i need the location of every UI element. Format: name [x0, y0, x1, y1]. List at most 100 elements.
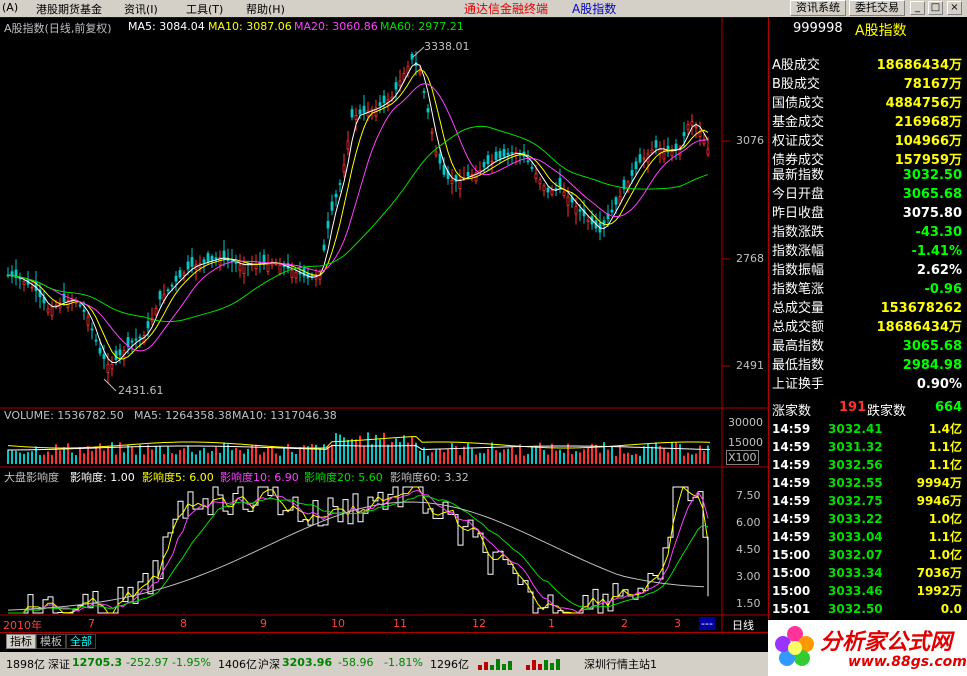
hs-label: 沪深	[258, 658, 280, 671]
fall-label: 跌家数	[867, 404, 907, 419]
candle-body	[110, 364, 114, 370]
candle-body	[550, 189, 554, 195]
tick-volume: 7036万	[916, 566, 962, 580]
candle-body	[78, 304, 82, 307]
candle-body	[154, 308, 158, 315]
vol-tick-15000: 15000	[728, 436, 763, 449]
ind-tick-6.00: 6.00	[736, 516, 761, 529]
tab-template[interactable]: 模板	[36, 634, 66, 649]
tick-volume: 1.0亿	[928, 512, 962, 526]
tick-row: 15:01 3032.50 0.0	[772, 600, 964, 618]
quote-row: 指数涨幅 -1.41%	[772, 242, 964, 261]
candle-body	[382, 95, 386, 104]
tick-row: 14:59 3032.55 9994万	[772, 474, 964, 492]
close-icon[interactable]: ×	[947, 1, 962, 15]
ind-tick-1.50: 1.50	[736, 597, 761, 610]
month-label-2010: 2010年	[3, 619, 42, 632]
candle-body	[610, 209, 614, 213]
candle-body	[566, 196, 570, 206]
volume-label: VOLUME: 1536782.50	[4, 409, 124, 422]
candle-body	[430, 131, 434, 134]
candle-body	[146, 321, 150, 329]
candle-body	[182, 272, 186, 276]
tick-volume: 1.1亿	[928, 530, 962, 544]
ma20-line	[7, 83, 709, 352]
candle-body	[358, 109, 362, 115]
quote-value: 153678262	[880, 301, 962, 316]
kline-chart[interactable]	[0, 17, 768, 632]
tick-row: 14:59 3032.41 1.4亿	[772, 420, 964, 438]
low-marker-arrow	[103, 378, 117, 392]
low-marker-label: 2431.61	[118, 384, 164, 397]
ind-tick-3.00: 3.00	[736, 570, 761, 583]
tick-volume: 1.0亿	[928, 548, 962, 562]
candle-body	[490, 160, 494, 163]
quote-label: 指数振幅	[772, 263, 825, 278]
ind-tick-7.50: 7.50	[736, 489, 761, 502]
ma20-label: MA20: 3060.86	[294, 20, 378, 33]
menu-item-help[interactable]: 帮助(H)	[246, 1, 285, 17]
candle-body	[338, 183, 342, 185]
menu-item-hk-futures[interactable]: 港股期货基金	[36, 1, 102, 17]
candle-body	[506, 152, 510, 156]
candle-body	[354, 115, 358, 120]
maximize-icon[interactable]: □	[928, 1, 943, 15]
turnover-row: 权证成交 104966万	[772, 132, 964, 151]
period-label[interactable]: 日线	[732, 617, 754, 633]
candle-body	[630, 170, 634, 176]
quote-label: 最高指数	[772, 339, 825, 354]
price-tick-3076: 3076	[736, 134, 764, 147]
tick-time: 15:00	[772, 584, 811, 598]
candle-body	[410, 53, 414, 60]
minimize-icon[interactable]: _	[910, 1, 925, 15]
candle-body	[138, 336, 142, 339]
quote-label: 最低指数	[772, 358, 825, 373]
candle-body	[238, 264, 242, 271]
turnover-row: B股成交 78167万	[772, 75, 964, 94]
quote-row: 总成交量 153678262	[772, 299, 964, 318]
chart-title: A股指数(日线,前复权)	[4, 22, 112, 35]
menu-item-info[interactable]: 资讯(I)	[124, 1, 158, 17]
info-system-button[interactable]: 资讯系统	[790, 0, 846, 16]
quote-row: 指数笔涨 -0.96	[772, 280, 964, 299]
candle-body	[378, 102, 382, 106]
candle-body	[394, 82, 398, 90]
chart-area[interactable]: A股指数(日线,前复权) MA5: 3084.04 MA10: 3087.06 …	[0, 17, 768, 632]
candle-body	[682, 132, 686, 137]
sz-change: -252.97	[126, 656, 169, 669]
turnover-label: B股成交	[772, 77, 820, 92]
rise-label: 涨家数	[772, 404, 812, 419]
menu-item-tools[interactable]: 工具(T)	[186, 1, 223, 17]
tab-indicators[interactable]: 指标	[6, 634, 36, 649]
candle-body	[434, 151, 438, 156]
quote-value: -0.96	[924, 282, 962, 297]
tab-all[interactable]: 全部	[66, 634, 96, 649]
candle-body	[190, 257, 194, 267]
candle-body	[486, 155, 490, 165]
high-marker-label: 3338.01	[424, 40, 470, 53]
tick-row: 14:59 3032.56 1.1亿	[772, 456, 964, 474]
logo-url[interactable]: www.88gs.com	[848, 654, 967, 670]
trade-button[interactable]: 委托交易	[849, 0, 905, 16]
candle-body	[542, 185, 546, 191]
quote-label: 最新指数	[772, 168, 825, 183]
hs-percent: -1.81%	[384, 656, 423, 669]
server-name[interactable]: 深圳行情主站1	[584, 656, 657, 672]
quote-row: 最高指数 3065.68	[772, 337, 964, 356]
month-label-3: 3	[674, 617, 681, 630]
quote-value: 3065.68	[902, 187, 962, 202]
more-periods-button[interactable]: ---	[699, 617, 715, 630]
menu-item-a[interactable]: (A)	[2, 1, 18, 14]
candle-body	[438, 153, 442, 164]
tick-price: 3032.55	[828, 476, 883, 490]
candle-body	[118, 349, 122, 356]
tick-time: 14:59	[772, 530, 811, 544]
tick-price: 3033.22	[828, 512, 883, 526]
quote-value: 2.62%	[916, 263, 962, 278]
sz-amount: 1406亿	[218, 658, 257, 671]
month-label-1: 1	[548, 617, 555, 630]
vol-unit-x100: X100	[726, 450, 759, 465]
candle-body	[614, 197, 618, 205]
candle-body	[222, 250, 226, 259]
flower-logo-icon	[775, 626, 814, 666]
